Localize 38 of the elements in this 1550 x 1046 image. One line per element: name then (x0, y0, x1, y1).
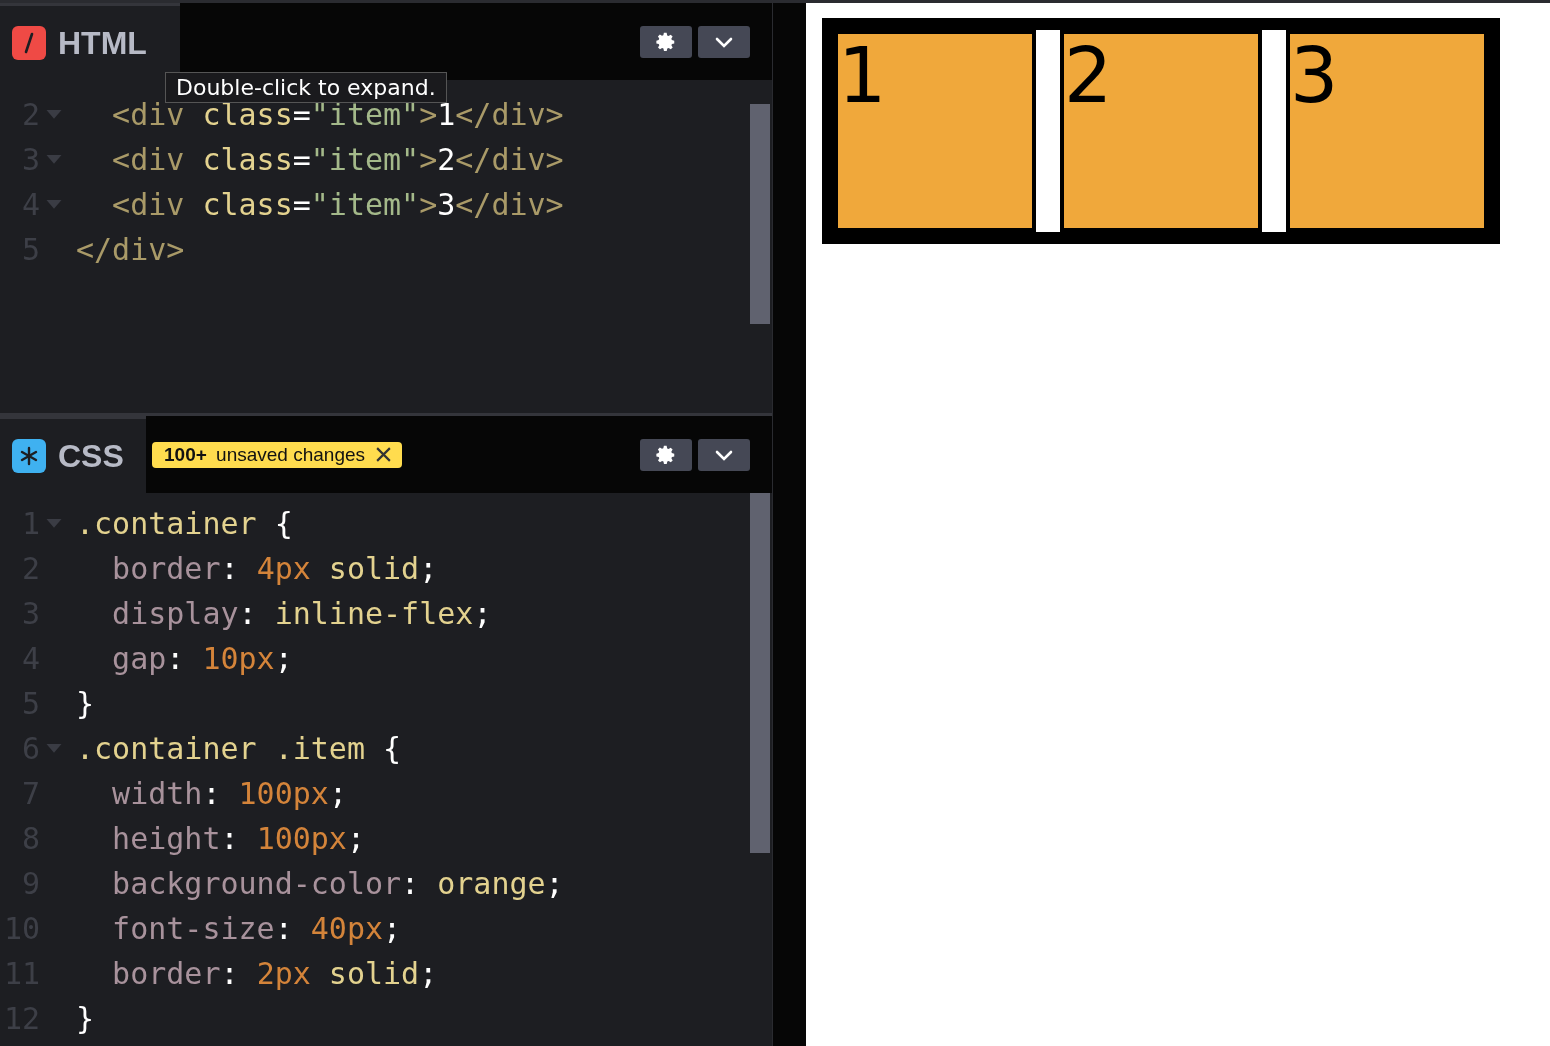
slash-icon (12, 26, 46, 60)
fold-caret-icon[interactable] (46, 743, 62, 754)
code-line: } (76, 686, 95, 721)
fold-caret-icon[interactable] (46, 154, 62, 165)
panel-title: CSS (58, 437, 124, 475)
code-line: } (76, 1001, 95, 1036)
code-line: height: 100px; (111, 821, 365, 856)
collapse-button[interactable] (698, 25, 750, 58)
code-line: </div> (76, 232, 185, 267)
flex-item: 3 (1286, 30, 1488, 232)
code-line: .container { (76, 506, 293, 541)
code-line: background-color: orange; (111, 866, 564, 901)
code-line: gap: 10px; (111, 641, 293, 676)
code-line: <div class="item">2</div> (111, 142, 564, 177)
asterisk-icon (12, 439, 46, 473)
scrollbar-thumb[interactable] (750, 104, 770, 324)
code-line: display: inline-flex; (111, 596, 492, 631)
code-line: .container .item { (76, 731, 402, 766)
code-line: <div class="item">3</div> (111, 187, 564, 222)
scrollbar-thumb[interactable] (750, 493, 770, 853)
settings-icon (655, 443, 677, 466)
settings-icon (655, 30, 677, 53)
code-line: width: 100px; (111, 776, 347, 811)
fold-caret-icon[interactable] (46, 199, 62, 210)
flex-item: 2 (1060, 30, 1262, 232)
settings-button[interactable] (640, 25, 692, 58)
fold-caret-icon[interactable] (46, 109, 62, 120)
code-line: font-size: 40px; (111, 911, 402, 946)
close-icon[interactable] (375, 446, 393, 463)
code-line: border: 4px solid; (111, 551, 438, 586)
collapse-button[interactable] (698, 438, 750, 471)
tooltip: Double-click to expand. (165, 72, 447, 103)
fold-caret-icon[interactable] (46, 518, 62, 529)
settings-button[interactable] (640, 438, 692, 471)
flex-item: 1 (834, 30, 1036, 232)
code-line: border: 2px solid; (111, 956, 438, 991)
panel-title: HTML (58, 24, 147, 62)
unsaved-changes-badge[interactable]: 100+ unsaved changes (152, 441, 403, 468)
